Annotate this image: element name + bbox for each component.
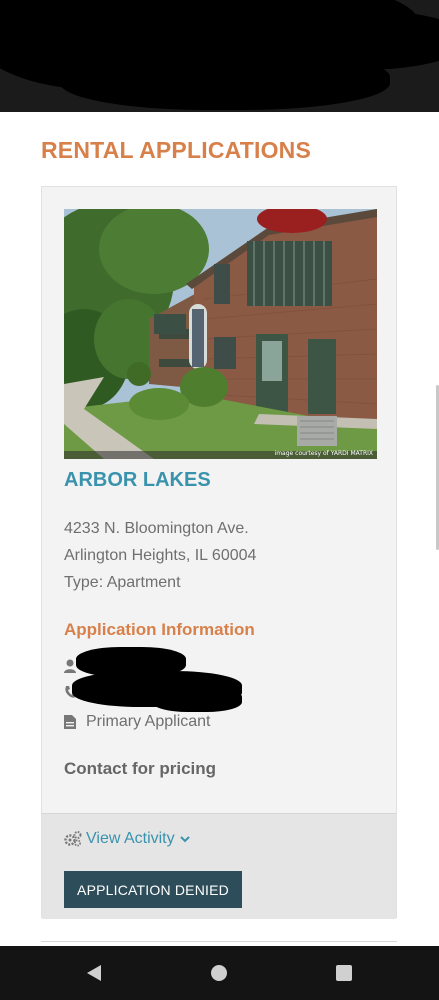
property-name[interactable]: ARBOR LAKES: [64, 469, 211, 492]
address-line2: Arlington Heights, IL 60004: [64, 547, 257, 564]
card-footer: View Activity APPLICATION DENIED: [42, 813, 396, 919]
redaction-mark: [152, 687, 242, 712]
back-icon: [87, 965, 101, 981]
page-title: RENTAL APPLICATIONS: [41, 137, 312, 163]
user-icon: [64, 659, 76, 673]
page-content: RENTAL APPLICATIONS image courtesy of YA…: [0, 112, 439, 946]
address-line1: 4233 N. Bloomington Ave.: [64, 520, 249, 537]
view-activity-link[interactable]: View Activity: [64, 830, 190, 848]
view-activity-label: View Activity: [86, 830, 175, 847]
divider: [41, 941, 397, 942]
photo-credit: image courtesy of YARDI MATRIX: [274, 450, 373, 457]
recents-icon: [336, 965, 352, 981]
application-card: image courtesy of YARDI MATRIX ARBOR LAK…: [41, 186, 397, 919]
back-button[interactable]: [84, 963, 104, 983]
application-status-button[interactable]: APPLICATION DENIED: [64, 871, 242, 908]
applicant-role-row: Primary Applicant: [64, 713, 211, 731]
property-photo: image courtesy of YARDI MATRIX: [64, 209, 377, 459]
gears-icon: [64, 831, 82, 847]
pricing-text: Contact for pricing: [64, 759, 217, 778]
application-info-heading: Application Information: [64, 620, 255, 639]
applicant-role: Primary Applicant: [86, 713, 211, 730]
property-photo-illustration: [64, 209, 377, 459]
status-bar-redacted: [0, 0, 439, 112]
property-type: Type: Apartment: [64, 574, 181, 591]
recents-button[interactable]: [334, 963, 354, 983]
home-button[interactable]: [209, 963, 229, 983]
document-icon: [64, 715, 76, 729]
chevron-down-icon: [179, 835, 190, 843]
android-nav-bar: [0, 946, 439, 1000]
home-icon: [211, 965, 227, 981]
